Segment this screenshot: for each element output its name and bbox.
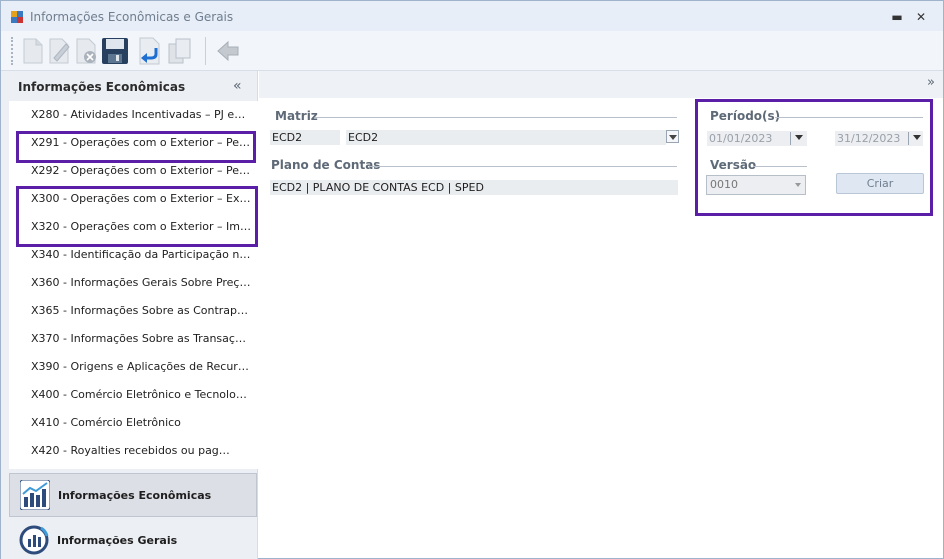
periodo-start-field[interactable]: 01/01/2023 [707,131,807,146]
chevron-down-icon [795,183,801,187]
window-title: Informações Econômicas e Gerais [30,10,234,24]
info-chart-icon [19,525,49,555]
content-header-strip: » [259,71,943,98]
sidebar-item-x370[interactable]: X370 - Informações Sobre as Transações .… [9,325,258,353]
sidebar-item-x400[interactable]: X400 - Comércio Eletrônico e Tecnologia … [9,381,258,409]
edit-icon [49,38,70,64]
new-document-icon [23,38,43,64]
versao-label: Versão [710,158,757,172]
toolbar-grip[interactable] [11,37,14,65]
save-button[interactable] [100,35,130,67]
versao-select[interactable]: 0010 [706,175,806,195]
matriz-code-field[interactable]: ECD2 [270,130,340,145]
close-icon[interactable]: ✕ [913,9,929,25]
collapse-sidebar-icon[interactable]: « [233,78,242,94]
periodo-end-dropdown-icon[interactable] [912,131,922,143]
sidebar-item-x320[interactable]: X320 - Operações com o Exterior – Import… [9,213,258,241]
sidebar-item-x390[interactable]: X390 - Origens e Aplicações de Recursos … [9,353,258,381]
sidebar-item-x292[interactable]: X292 - Operações com o Exterior – Pessoa… [9,157,258,185]
versao-divider [753,166,807,167]
dropdown-separator [908,132,909,145]
matriz-label: Matriz [275,109,318,123]
undo-button[interactable] [135,35,165,67]
matriz-dropdown-icon[interactable] [666,130,679,143]
toolbar-separator [205,37,206,65]
dropdown-separator [790,132,791,145]
main-window: Informações Econômicas e Gerais ▬ ✕ Info… [0,0,944,559]
edit-button[interactable] [45,35,75,67]
back-button[interactable] [213,35,243,67]
plano-de-contas-field[interactable]: ECD2 | PLANO DE CONTAS ECD | SPED [270,180,678,195]
versao-value: 0010 [710,178,738,191]
nav-group-label: Informações Gerais [57,534,178,547]
matriz-divider [315,117,677,118]
sidebar-item-x340[interactable]: X340 - Identificação da Participação no … [9,241,258,269]
new-document-button[interactable] [18,35,48,67]
sidebar-item-x280[interactable]: X280 - Atividades Incentivadas – PJ em G… [9,101,258,129]
delete-button[interactable] [72,35,102,67]
toolbar [1,31,943,71]
sidebar-item-x360[interactable]: X360 - Informações Gerais Sobre Preços d… [9,269,258,297]
sidebar-item-x420[interactable]: X420 - Royalties recebidos ou pagos a Be… [9,437,258,465]
criar-button[interactable]: Criar [836,173,924,194]
nav-group-label: Informações Econômicas [58,489,212,502]
sidebar-item-x365[interactable]: X365 - Informações Sobre as Contraparte.… [9,297,258,325]
undo-icon [139,37,160,65]
expand-panel-icon[interactable]: » [927,75,935,90]
copy-icon [168,38,191,64]
plano-de-contas-label: Plano de Contas [271,158,381,172]
sidebar-title: Informações Econômicas [18,80,186,94]
app-icon [11,11,23,23]
sidebar-list: X280 - Atividades Incentivadas – PJ em G… [9,101,258,469]
nav-group-informacoes-economicas[interactable]: Informações Econômicas [9,473,257,517]
back-arrow-icon [217,40,239,62]
minimize-icon[interactable]: ▬ [889,9,905,25]
sidebar-item-x300[interactable]: X300 - Operações com o Exterior – Export… [9,185,258,213]
matriz-select[interactable]: ECD2 [346,130,666,145]
nav-group-informacoes-gerais[interactable]: Informações Gerais [9,519,257,559]
sidebar-header: Informações Econômicas « [1,71,258,101]
save-icon [102,38,128,64]
periodo-end-field[interactable]: 31/12/2023 [835,131,923,146]
delete-icon [76,38,96,64]
chart-icon [20,480,50,510]
sidebar-item-x291[interactable]: X291 - Operações com o Exterior – Pessoa… [9,129,258,157]
sidebar: Informações Econômicas « X280 - Atividad… [1,71,258,559]
sidebar-item-x410[interactable]: X410 - Comércio Eletrônico [9,409,258,437]
title-bar: Informações Econômicas e Gerais ▬ ✕ [1,1,943,31]
periodo-divider [775,117,923,118]
periodo-start-dropdown-icon[interactable] [794,131,804,143]
copy-button[interactable] [165,35,195,67]
periodo-label: Período(s) [710,109,781,123]
plano-divider [369,166,677,167]
